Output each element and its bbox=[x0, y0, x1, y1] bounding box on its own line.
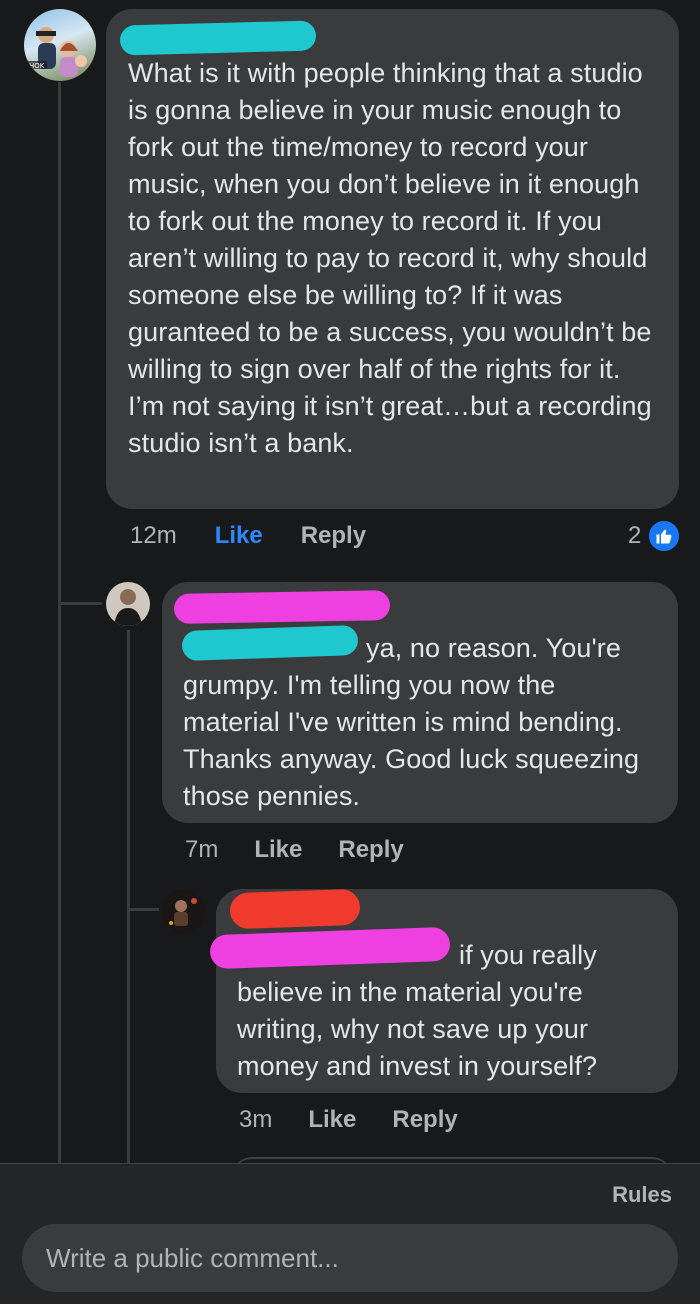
avatar-photo-icon bbox=[114, 589, 142, 626]
reaction-summary[interactable]: 2 bbox=[628, 519, 682, 553]
avatar[interactable] bbox=[106, 582, 150, 626]
mention-redaction bbox=[181, 624, 359, 662]
reply-button[interactable]: Reply bbox=[392, 1106, 457, 1134]
comment-input[interactable] bbox=[22, 1224, 678, 1292]
avatar-text: HOK bbox=[29, 62, 45, 70]
comment-composer: Rules bbox=[0, 1163, 700, 1304]
rules-link[interactable]: Rules bbox=[612, 1182, 672, 1208]
comment-timestamp[interactable]: 3m bbox=[239, 1106, 272, 1134]
comment-bubble: ya, no reason. You're grumpy. I'm tellin… bbox=[162, 582, 678, 823]
reply-button[interactable]: Reply bbox=[301, 522, 366, 550]
author-redaction bbox=[229, 888, 361, 930]
comment-bubble: if you really believe in the material yo… bbox=[209, 888, 678, 1093]
comment-bubble: What is it with people thinking that a s… bbox=[106, 9, 679, 509]
thread-line-branch-2 bbox=[127, 908, 159, 911]
author-redaction bbox=[173, 590, 391, 624]
comment-actions: 12m Like Reply bbox=[130, 522, 366, 550]
reaction-count: 2 bbox=[628, 522, 642, 549]
reply-button[interactable]: Reply bbox=[338, 836, 403, 864]
thread-line-branch-1 bbox=[58, 602, 102, 605]
author-redaction bbox=[119, 20, 317, 56]
comment-timestamp[interactable]: 7m bbox=[185, 836, 218, 864]
thread-line-reply bbox=[127, 630, 130, 1163]
avatar[interactable] bbox=[161, 889, 205, 933]
avatar-photo-icon bbox=[169, 898, 197, 926]
thread-line-main bbox=[58, 82, 61, 1163]
like-button[interactable]: Like bbox=[308, 1106, 356, 1134]
comment-timestamp[interactable]: 12m bbox=[130, 522, 177, 550]
comment-actions: 7m Like Reply bbox=[185, 836, 404, 864]
like-button[interactable]: Like bbox=[254, 836, 302, 864]
comment-actions: 3m Like Reply bbox=[239, 1106, 458, 1134]
avatar-photo-icon: HOK bbox=[27, 27, 87, 77]
avatar[interactable]: HOK bbox=[24, 9, 96, 81]
like-button[interactable]: Like bbox=[215, 522, 263, 550]
thumbs-up-icon bbox=[647, 519, 682, 553]
comment-text: What is it with people thinking that a s… bbox=[128, 58, 652, 458]
